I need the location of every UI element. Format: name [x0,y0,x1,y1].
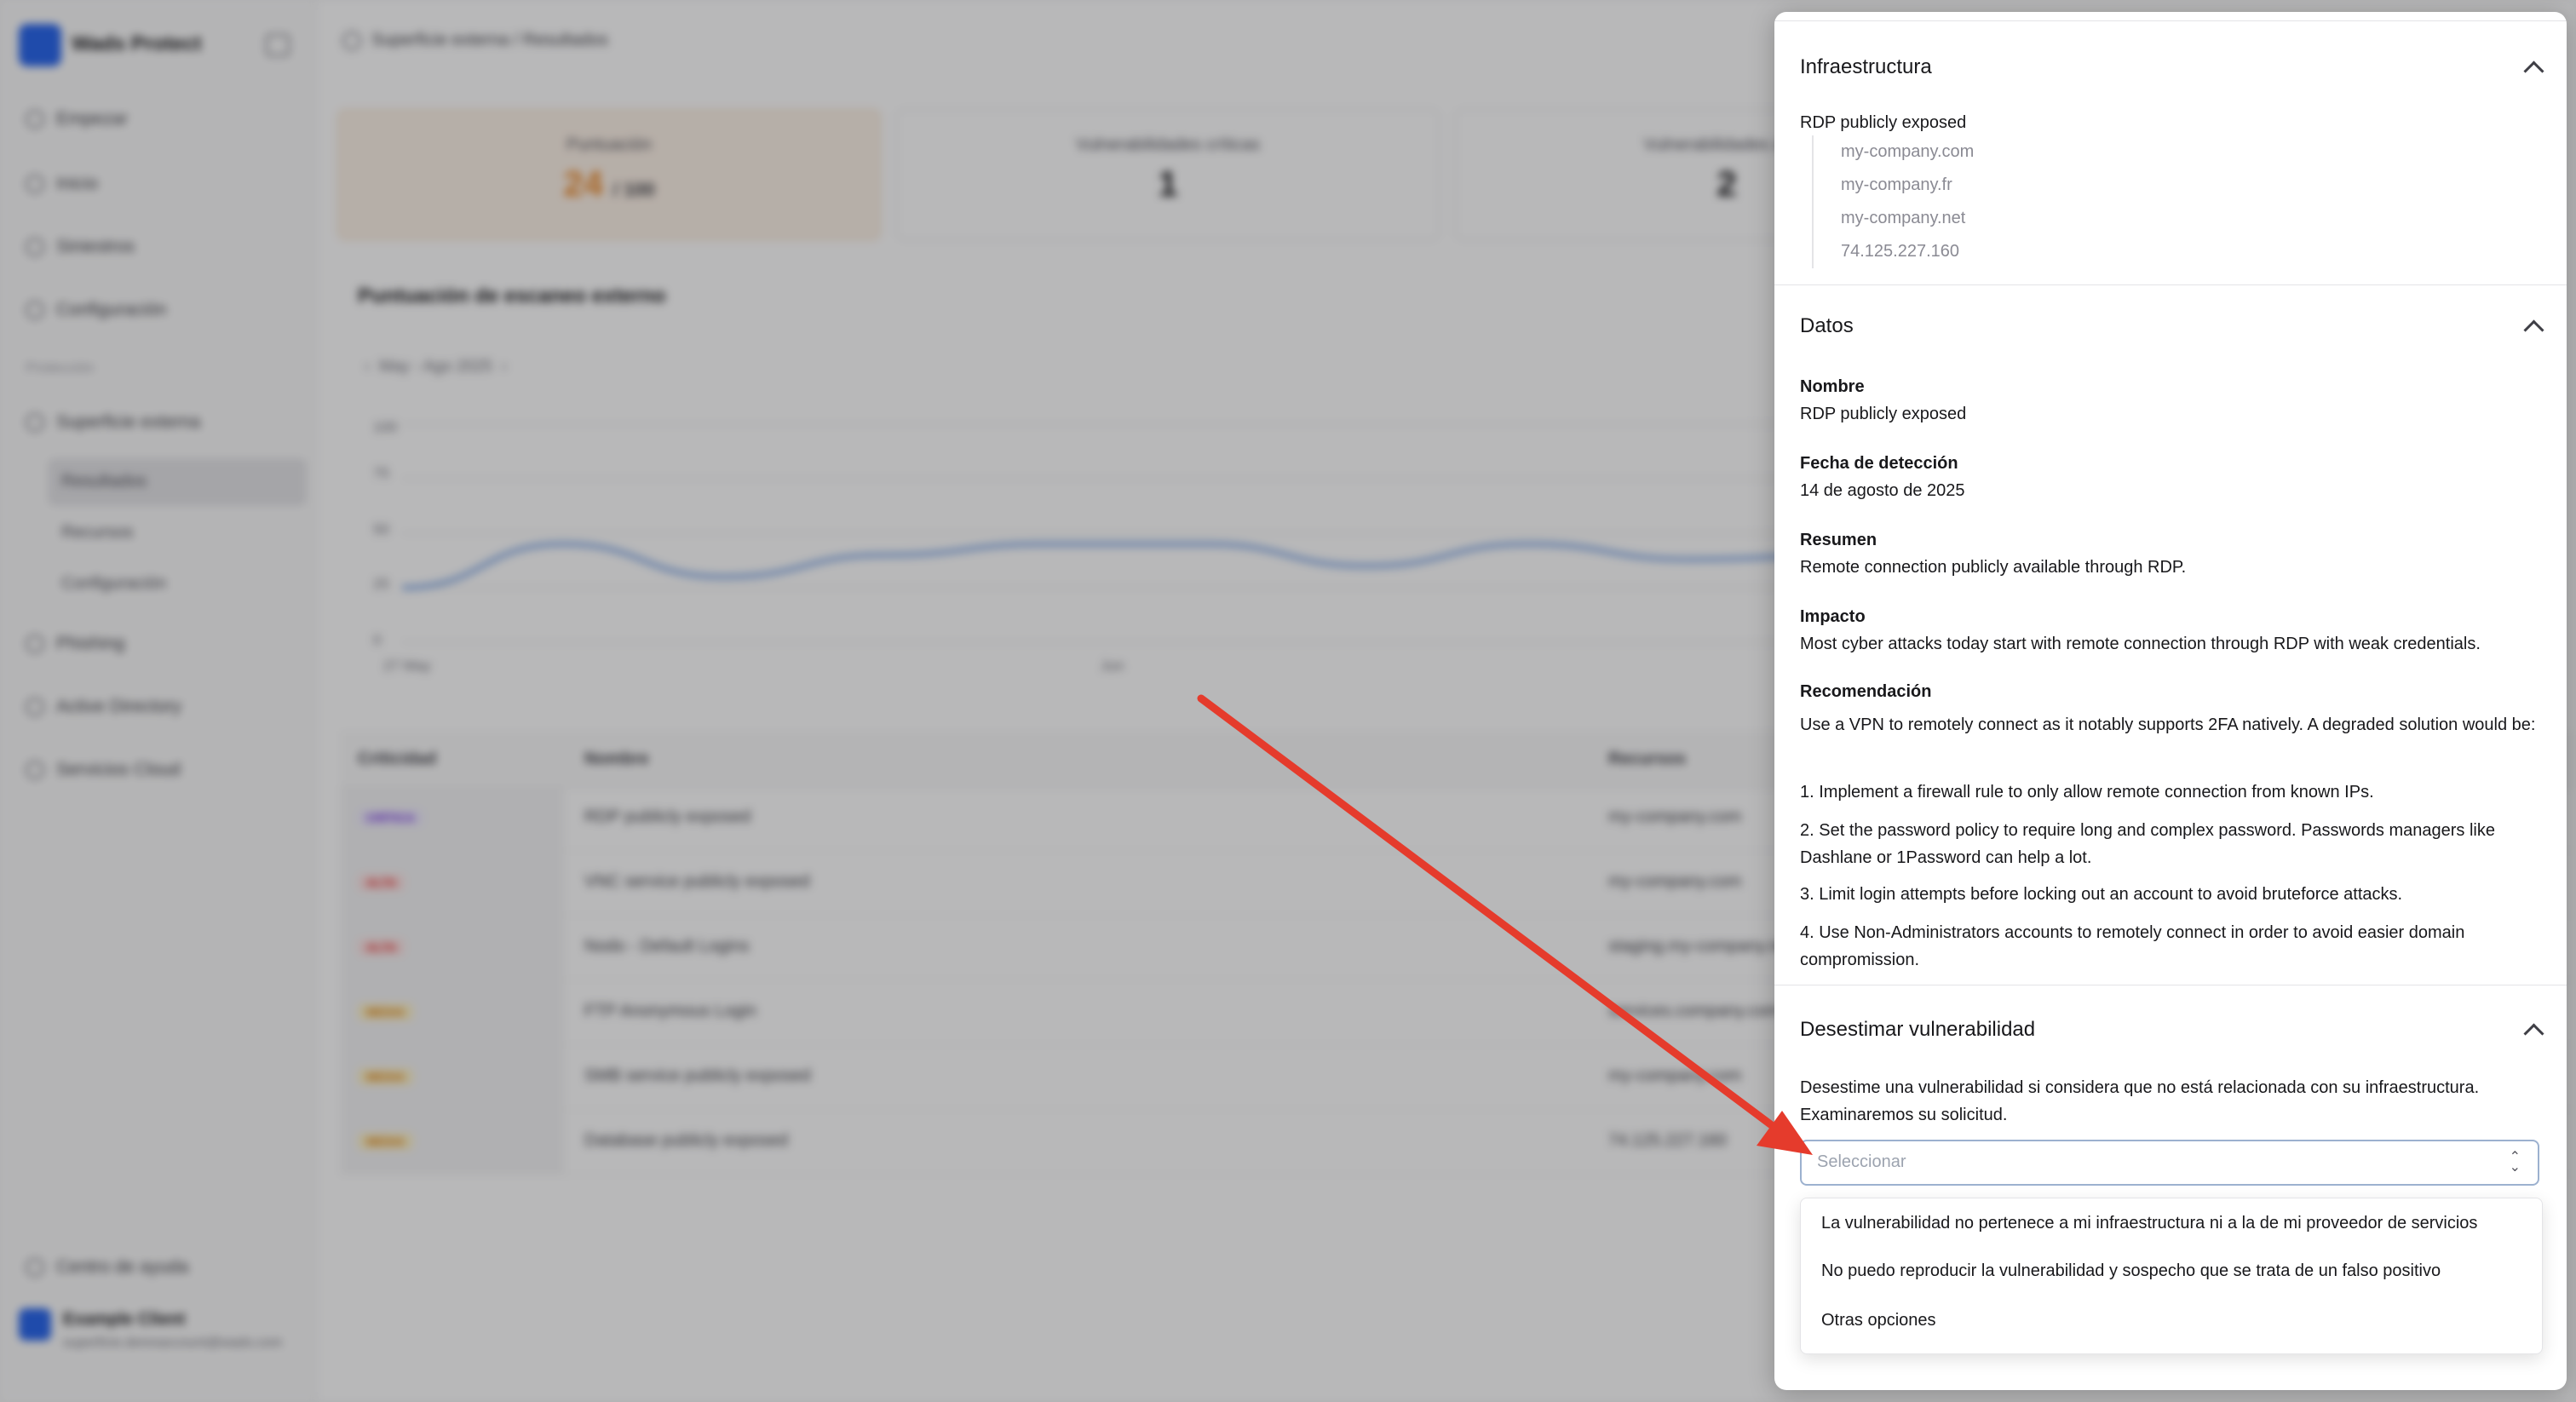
annotation-arrow [1197,694,1813,1155]
arrow-shaft [1197,694,1780,1133]
